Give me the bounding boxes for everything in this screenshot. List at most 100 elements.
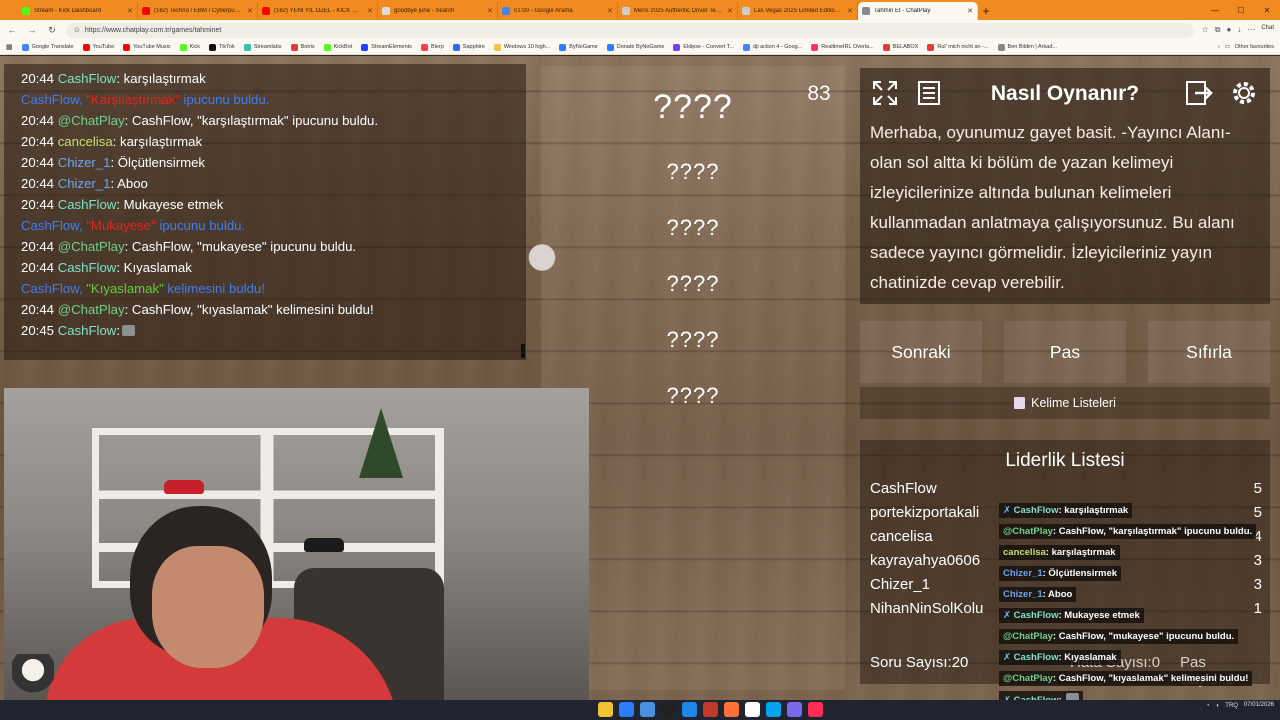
- document-icon[interactable]: [913, 76, 945, 110]
- bookmark-icon: [997, 43, 1005, 51]
- bookmark-item[interactable]: Eklipse - Convert T...: [673, 43, 734, 51]
- chat-username[interactable]: CashFlow: [58, 71, 117, 86]
- browser-tab[interactable]: (162) YENİ YIL ÖZEL - KICK WRAP... ✕: [258, 2, 378, 20]
- browser-tab[interactable]: Stream - Kick Dashboard ✕: [18, 2, 138, 20]
- window-controls: — ☐ ✕: [1202, 0, 1280, 20]
- bookmark-item[interactable]: Rul' mich nicht an -...: [927, 43, 989, 51]
- chevron-right-icon[interactable]: ›: [1218, 44, 1220, 50]
- bookmark-item[interactable]: KickBot: [323, 43, 352, 51]
- close-tab-icon[interactable]: ✕: [607, 7, 613, 15]
- chat-log: 20:44 CashFlow: karşılaştırmak CashFlow, …: [21, 68, 521, 341]
- browser-tab[interactable]: Tahmin Et - ChatPlay ✕: [858, 2, 978, 20]
- taskbar-app-icon[interactable]: [661, 702, 676, 717]
- bookmark-item[interactable]: Kick: [179, 43, 200, 51]
- bookmark-item[interactable]: YouTube: [82, 43, 114, 51]
- close-window-icon[interactable]: ✕: [1254, 0, 1280, 20]
- chat-message: 20:44 CashFlow: Kıyaslamak: [21, 257, 521, 278]
- bookmark-icon: [559, 43, 567, 51]
- other-favourites[interactable]: Other favourites: [1235, 44, 1274, 50]
- chat-timestamp: 20:44: [21, 302, 55, 317]
- back-icon[interactable]: ←: [6, 25, 18, 35]
- bookmark-item[interactable]: BELABOX: [882, 43, 918, 51]
- new-tab-button[interactable]: +: [978, 2, 994, 20]
- chat-username[interactable]: CashFlow: [58, 260, 117, 275]
- taskbar-app-icon[interactable]: [745, 702, 760, 717]
- taskbar-app-icon[interactable]: [703, 702, 718, 717]
- reset-button[interactable]: Sıfırla: [1148, 321, 1270, 383]
- settings-gear-icon[interactable]: [1228, 76, 1260, 110]
- extensions-icon[interactable]: ⧉: [1215, 25, 1221, 35]
- browser-tab[interactable]: goodbye june - Search ✕: [378, 2, 498, 20]
- bookmark-item[interactable]: RealtimeIRL Overla...: [811, 43, 874, 51]
- favicon-icon: [502, 7, 510, 15]
- close-tab-icon[interactable]: ✕: [967, 7, 973, 15]
- taskbar-app-icon[interactable]: [640, 702, 655, 717]
- clock[interactable]: 07/01/2026: [1244, 702, 1274, 709]
- close-tab-icon[interactable]: ✕: [847, 7, 853, 15]
- taskbar-app-icon[interactable]: [787, 702, 802, 717]
- chat-username[interactable]: @ChatPlay: [58, 113, 125, 128]
- site-info-icon[interactable]: ⊙: [74, 26, 80, 34]
- bookmark-item[interactable]: dji action 4 - Goog...: [743, 43, 802, 51]
- taskbar-app-icon[interactable]: [682, 702, 697, 717]
- bookmark-item[interactable]: Sapphire: [452, 43, 485, 51]
- chat-scrollbar[interactable]: [521, 344, 525, 358]
- minimize-icon[interactable]: —: [1202, 0, 1228, 20]
- chat-username[interactable]: Chizer_1: [58, 176, 111, 191]
- chat-text: : Aboo: [110, 176, 148, 191]
- bookmark-item[interactable]: Blerp: [420, 43, 444, 51]
- apps-icon[interactable]: ▦: [6, 43, 13, 51]
- menu-icon[interactable]: ⋯: [1247, 25, 1255, 35]
- browser-tab[interactable]: (162) Techno / EBM / Cyberpunk / ... ✕: [138, 2, 258, 20]
- profile-icon[interactable]: ●: [1226, 25, 1231, 35]
- bookmark-item[interactable]: ByNoGame: [559, 43, 598, 51]
- reload-icon[interactable]: ↻: [46, 25, 58, 36]
- chat-button[interactable]: Chat: [1261, 25, 1274, 35]
- bookmark-item[interactable]: TikTok: [209, 43, 235, 51]
- book-icon: [1014, 397, 1026, 409]
- bookmark-item[interactable]: Ben Bildim | Arkad...: [997, 43, 1057, 51]
- close-tab-icon[interactable]: ✕: [127, 7, 133, 15]
- chat-username[interactable]: @ChatPlay: [58, 302, 125, 317]
- browser-tab[interactable]: 01:00 - Google Arama ✕: [498, 2, 618, 20]
- chat-username[interactable]: CashFlow: [58, 197, 117, 212]
- taskbar-app-icon[interactable]: [808, 702, 823, 717]
- close-tab-icon[interactable]: ✕: [487, 7, 493, 15]
- bookmark-item[interactable]: YouTube Music: [123, 43, 171, 51]
- bookmark-item[interactable]: Windows 10 high...: [493, 43, 550, 51]
- chat-username[interactable]: CashFlow: [58, 323, 117, 338]
- chat-username[interactable]: @ChatPlay: [58, 239, 125, 254]
- taskbar-app-icon[interactable]: [766, 702, 781, 717]
- pass-button[interactable]: Pas: [1004, 321, 1126, 383]
- maximize-icon[interactable]: ☐: [1228, 0, 1254, 20]
- fullscreen-icon[interactable]: [869, 76, 901, 110]
- next-button[interactable]: Sonraki: [860, 321, 982, 383]
- forward-icon[interactable]: →: [26, 25, 38, 35]
- chat-username[interactable]: Chizer_1: [58, 155, 111, 170]
- overlay-chat-message: Chizer_1: Ölçütlensirmek: [999, 566, 1122, 581]
- bookmark-item[interactable]: Google Translate: [21, 43, 74, 51]
- wifi-icon[interactable]: ◔: [1206, 703, 1210, 709]
- leaderboard-name: kayrayahya0606: [870, 552, 981, 569]
- star-icon[interactable]: ☆: [1202, 25, 1209, 35]
- close-tab-icon[interactable]: ✕: [727, 7, 733, 15]
- browser-tab[interactable]: Mens 2025 Authentic Driver Tee Y... ✕: [618, 2, 738, 20]
- downloads-icon[interactable]: ↓: [1237, 25, 1241, 35]
- bookmark-item[interactable]: Streamlabs: [243, 43, 282, 51]
- word-lists-button[interactable]: Kelime Listeleri: [860, 387, 1270, 419]
- url-field[interactable]: ⊙ https://www.chatplay.com.tr/games/tahm…: [66, 22, 1194, 38]
- bookmark-item[interactable]: StreamElements: [361, 43, 412, 51]
- volume-icon[interactable]: ◖: [1216, 703, 1220, 709]
- bookmarks-right: › ▭ Other favourites: [1218, 44, 1274, 50]
- close-tab-icon[interactable]: ✕: [367, 7, 373, 15]
- bookmark-item[interactable]: Botrix: [290, 43, 315, 51]
- taskbar-app-icon[interactable]: [619, 702, 634, 717]
- taskbar-app-icon[interactable]: [724, 702, 739, 717]
- close-tab-icon[interactable]: ✕: [247, 7, 253, 15]
- chat-username[interactable]: cancelisa: [58, 134, 113, 149]
- language-indicator[interactable]: TRQ: [1225, 703, 1238, 709]
- exit-icon[interactable]: [1184, 76, 1216, 110]
- bookmark-item[interactable]: Donate ByNoGame: [606, 43, 664, 51]
- browser-tab[interactable]: Las Vegas 2025 Limited Edition T... ✕: [738, 2, 858, 20]
- taskbar-app-icon[interactable]: [598, 702, 613, 717]
